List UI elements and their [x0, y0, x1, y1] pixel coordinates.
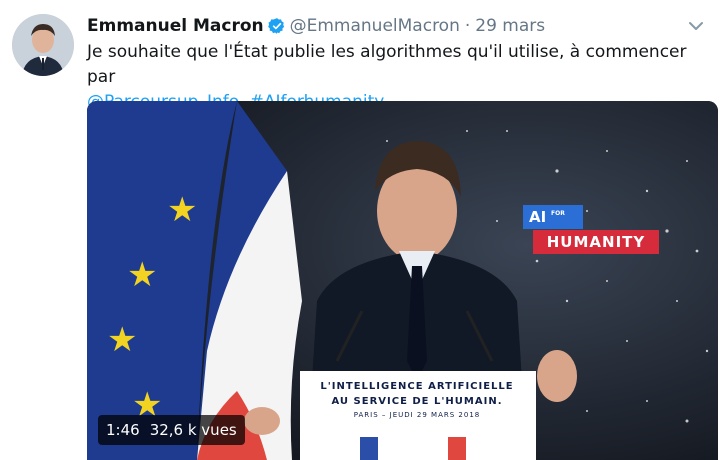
video-player[interactable]: ★ ★ ★ ★ L'INTELLIGENCE ARTIFICIELLE AU S… — [87, 101, 718, 460]
video-duration: 1:46 — [106, 421, 140, 439]
video-views: 32,6 k vues — [149, 421, 237, 439]
svg-text:★: ★ — [127, 255, 157, 295]
avatar[interactable] — [12, 14, 74, 76]
svg-text:★: ★ — [107, 320, 137, 360]
lectern-sign-line1: L'INTELLIGENCE ARTIFICIELLE — [320, 381, 514, 392]
tweet-text-line: Je souhaite que l'État publie les algori… — [87, 42, 687, 87]
ai-logo: AI — [523, 205, 583, 229]
chevron-down-icon[interactable] — [686, 16, 706, 36]
tweet-date[interactable]: 29 mars — [475, 16, 545, 36]
header-separator: · — [464, 16, 471, 36]
author-name[interactable]: Emmanuel Macron — [87, 16, 264, 36]
ai-logo-text: AI — [529, 208, 547, 226]
tweet-header: Emmanuel Macron @EmmanuelMacron · 29 mar… — [87, 13, 545, 39]
video-info-badge: 1:46 32,6 k vues — [98, 415, 245, 445]
ai-logo-for: FOR — [551, 210, 565, 217]
avatar-image — [12, 14, 74, 76]
author-handle[interactable]: @EmmanuelMacron — [290, 16, 460, 36]
lectern-sign-line3: PARIS – JEUDI 29 MARS 2018 — [353, 411, 481, 419]
lectern-sign-line2: AU SERVICE DE L'HUMAIN. — [331, 396, 503, 407]
humanity-logo: HUMANITY — [533, 230, 659, 254]
tweet: Emmanuel Macron @EmmanuelMacron · 29 mar… — [0, 0, 726, 460]
svg-text:★: ★ — [167, 190, 197, 230]
verified-badge-icon — [267, 17, 286, 35]
